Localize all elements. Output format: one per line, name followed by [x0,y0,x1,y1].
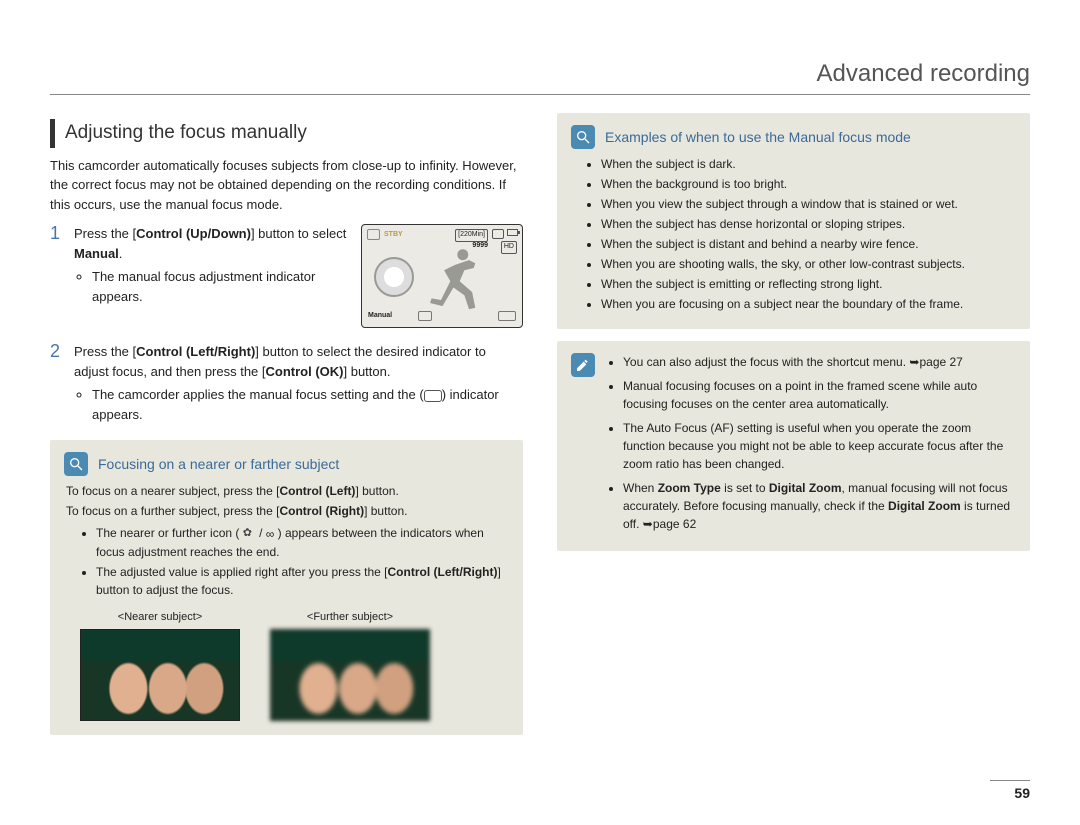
text: is set to [721,481,769,495]
text-bold: Control (Left) [279,484,355,498]
note-3: The Auto Focus (AF) setting is useful wh… [623,419,1016,473]
lcd-stby: STBY [384,230,403,241]
thumb-further-image [270,629,430,721]
info-box-title: Focusing on a nearer or farther subject [98,454,509,475]
text-bold: Manual [74,246,119,261]
text: ] button. [364,504,407,518]
step-2: 2 Press the [Control (Left/Right) ] butto… [50,342,523,426]
dpad-icon [374,257,414,297]
battery-icon [507,229,518,236]
info-p2: To focus on a further subject, press the… [66,502,509,520]
text-bold: Digital Zoom [769,481,842,495]
info-p1: To focus on a nearer subject, press the … [66,482,509,500]
page-title: Advanced recording [50,60,1030,95]
text: You can also adjust the focus with the s… [623,355,909,369]
page-number: 59 [990,780,1030,801]
text-bold: Control (OK) [266,364,344,379]
note-1: You can also adjust the focus with the s… [623,353,1016,371]
magnifier-icon [571,125,595,149]
steps-list: 1 Press the [Control (Up/Down)] button t… [50,224,523,426]
mf-indicator-icon [424,390,442,402]
content-columns: Adjusting the focus manually This camcor… [50,113,1030,735]
thumb-nearer: <Nearer subject> [80,609,240,722]
note-2: Manual focusing focuses on a point in th… [623,377,1016,413]
intro-paragraph: This camcorder automatically focuses sub… [50,156,523,215]
text: / [256,526,266,540]
thumb-nearer-image [80,629,240,721]
example-item: When the subject has dense horizontal or… [601,215,1016,233]
text-bold: Zoom Type [658,481,721,495]
step-1: 1 Press the [Control (Up/Down)] button t… [50,224,523,328]
arrow-icon: ➥ [643,515,653,533]
text: page 62 [653,517,696,531]
step-2-number: 2 [50,342,64,426]
note-4: When Zoom Type is set to Digital Zoom, m… [623,479,1016,533]
example-item: When the subject is emitting or reflecti… [601,275,1016,293]
infinity-icon [498,311,516,321]
lcd-hd: HD [501,241,517,254]
thumb-further-label: <Further subject> [270,609,430,626]
text-bold: Control (Left/Right) [136,344,255,359]
step-2-bullet: The camcorder applies the manual focus s… [92,385,523,424]
text: Press the [ [74,344,136,359]
info-bullet-1: The nearer or further icon ( / ∞ ) appea… [96,524,509,561]
step-1-bullet: The manual focus adjustment indicator ap… [92,267,351,306]
text: To focus on a further subject, press the… [66,504,279,518]
example-item: When you are shooting walls, the sky, or… [601,255,1016,273]
info-bullet-2: The adjusted value is applied right afte… [96,563,509,599]
section-heading-focus: Adjusting the focus manually [50,119,523,148]
text-bold: Digital Zoom [888,499,961,513]
text: The adjusted value is applied right afte… [96,565,388,579]
example-item: When the subject is distant and behind a… [601,235,1016,253]
home-icon [367,229,380,240]
example-item: When you view the subject through a wind… [601,195,1016,213]
lcd-preview: STBY [220Min] 9999 HD Manual [361,224,523,328]
text: ] button. [344,364,391,379]
record-icon [492,229,504,239]
text-bold: Control (Left/Right) [388,565,498,579]
thumbnail-row: <Nearer subject> <Further subject> [66,609,509,722]
text: page 27 [919,355,962,369]
example-item: When you are focusing on a subject near … [601,295,1016,313]
lcd-time: [220Min] [455,229,488,242]
text: ] button to select [251,226,346,241]
skater-silhouette-icon [416,243,494,321]
text: To focus on a nearer subject, press the … [66,484,279,498]
left-column: Adjusting the focus manually This camcor… [50,113,523,735]
text: Press the [ [74,226,136,241]
step-1-number: 1 [50,224,64,328]
arrow-icon: ➥ [909,353,919,371]
info-box-title: Examples of when to use the Manual focus… [605,127,1016,148]
text-bold: Control (Up/Down) [136,226,251,241]
text: ] button. [355,484,398,498]
text: When [623,481,658,495]
note-pencil-icon [571,353,595,377]
thumb-further: <Further subject> [270,609,430,722]
note-box: You can also adjust the focus with the s… [557,341,1030,551]
text: The nearer or further icon ( [96,526,243,540]
flower-icon [243,527,256,540]
lcd-manual-label: Manual [368,311,392,322]
examples-list: When the subject is dark. When the backgr… [571,155,1016,313]
example-item: When the background is too bright. [601,175,1016,193]
example-item: When the subject is dark. [601,155,1016,173]
text: . [119,246,123,261]
text: The camcorder applies the manual focus s… [92,387,424,402]
text-bold: Control (Right) [279,504,364,518]
info-box-examples: Examples of when to use the Manual focus… [557,113,1030,329]
thumb-nearer-label: <Nearer subject> [80,609,240,626]
macro-icon [418,311,432,321]
magnifier-icon [64,452,88,476]
info-box-focusing: Focusing on a nearer or farther subject … [50,440,523,735]
right-column: Examples of when to use the Manual focus… [557,113,1030,735]
